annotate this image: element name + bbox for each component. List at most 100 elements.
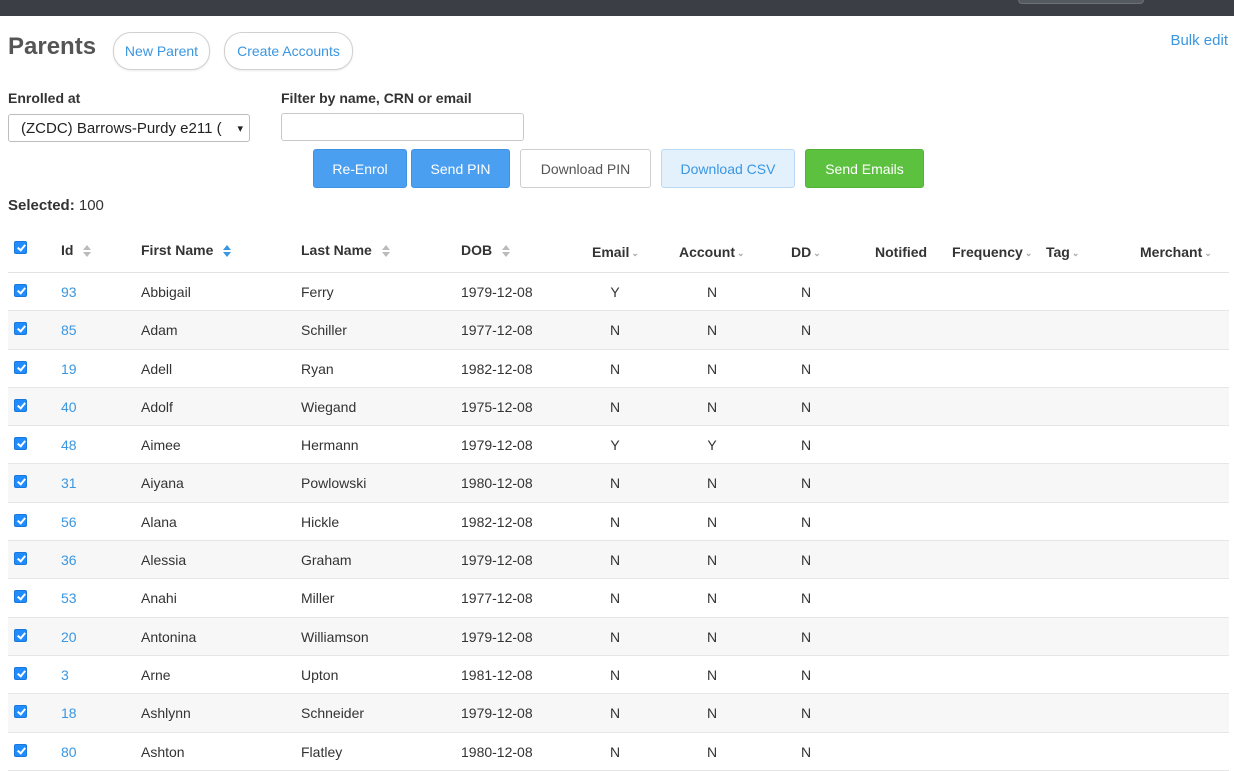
col-tag[interactable]: Tag ⌄ xyxy=(1046,244,1079,260)
chevron-down-icon: ▾ xyxy=(237,123,243,135)
download-csv-button[interactable]: Download CSV xyxy=(661,149,795,188)
row-account-flag: N xyxy=(706,284,718,300)
re-enrol-button[interactable]: Re-Enrol xyxy=(313,149,407,188)
row-id-link[interactable]: 85 xyxy=(61,322,77,338)
chevron-down-icon: ⌄ xyxy=(631,247,639,258)
row-dob: 1979-12-08 xyxy=(461,628,533,645)
col-id[interactable]: Id xyxy=(61,242,92,258)
chevron-down-icon: ⌄ xyxy=(1204,247,1212,258)
row-email-flag: N xyxy=(609,513,621,530)
row-checkbox[interactable] xyxy=(14,284,27,297)
row-dob: 1979-12-08 xyxy=(461,705,533,722)
row-first-name: Alessia xyxy=(141,552,187,569)
row-id-link[interactable]: 93 xyxy=(61,284,77,300)
row-email-flag: N xyxy=(609,398,621,415)
row-dd-flag: N xyxy=(800,590,812,607)
filter-input[interactable] xyxy=(281,113,524,141)
row-id-link[interactable]: 40 xyxy=(61,399,77,415)
row-checkbox[interactable] xyxy=(14,590,27,604)
selected-value: 100 xyxy=(78,197,104,214)
col-frequency-label: Frequency xyxy=(952,244,1023,260)
sort-icon xyxy=(502,245,511,258)
row-id-link[interactable]: 48 xyxy=(61,437,77,453)
col-first-name[interactable]: First Name xyxy=(141,242,232,258)
col-merchant[interactable]: Merchant ⌄ xyxy=(1140,244,1212,260)
row-dob: 1979-12-08 xyxy=(461,437,533,454)
row-account-flag: Y xyxy=(707,437,717,454)
row-first-name: Arne xyxy=(141,666,171,683)
row-id-link[interactable]: 3 xyxy=(61,667,69,683)
row-checkbox[interactable] xyxy=(14,666,27,680)
row-id-link[interactable]: 53 xyxy=(61,590,77,606)
col-email[interactable]: Email ⌄ xyxy=(592,244,639,260)
col-notified-label: Notified xyxy=(875,244,928,260)
row-email-flag: N xyxy=(609,590,621,607)
row-id-link[interactable]: 36 xyxy=(61,552,77,568)
row-id-link[interactable]: 20 xyxy=(61,629,77,645)
top-navbar xyxy=(0,0,1234,16)
row-last-name: Schiller xyxy=(301,322,347,339)
col-tag-label: Tag xyxy=(1046,244,1070,260)
row-email-flag: N xyxy=(609,552,621,569)
bulk-edit-link[interactable]: Bulk edit xyxy=(1170,32,1228,49)
row-dob: 1982-12-08 xyxy=(461,360,533,377)
row-dob: 1975-12-08 xyxy=(461,398,533,415)
row-id-link[interactable]: 56 xyxy=(61,514,77,530)
table-row: 48 Aimee Hermann 1979-12-08 Y Y N xyxy=(8,426,1229,465)
row-checkbox[interactable] xyxy=(14,398,27,412)
row-email-flag: N xyxy=(609,628,621,645)
row-id-link[interactable]: 19 xyxy=(61,361,77,377)
row-checkbox[interactable] xyxy=(14,475,27,489)
row-account-flag: N xyxy=(706,360,718,377)
send-emails-button[interactable]: Send Emails xyxy=(805,149,924,188)
table-row: 31 Aiyana Powlowski 1980-12-08 N N N xyxy=(8,464,1229,503)
col-dd-label: DD xyxy=(791,244,812,260)
col-last-name[interactable]: Last Name xyxy=(301,242,391,258)
table-row: 56 Alana Hickle 1982-12-08 N N N xyxy=(8,503,1229,542)
row-first-name: Abbigail xyxy=(141,284,191,300)
send-pin-button[interactable]: Send PIN xyxy=(411,149,510,188)
row-id-link[interactable]: 31 xyxy=(61,475,77,491)
row-dob: 1980-12-08 xyxy=(461,475,533,492)
filter-label: Filter by name, CRN or email xyxy=(281,90,472,106)
enrolled-at-select[interactable]: (ZCDC) Barrows-Purdy e211 ( ▾ xyxy=(8,114,250,142)
navbar-control[interactable] xyxy=(1018,0,1144,4)
row-checkbox[interactable] xyxy=(14,513,27,527)
table-row: 40 Adolf Wiegand 1975-12-08 N N N xyxy=(8,387,1229,427)
col-dob[interactable]: DOB xyxy=(461,242,511,258)
col-last-name-label: Last Name xyxy=(301,242,372,258)
row-checkbox[interactable] xyxy=(14,437,27,451)
row-account-flag: N xyxy=(706,590,718,607)
row-checkbox[interactable] xyxy=(14,628,27,642)
row-checkbox[interactable] xyxy=(14,743,27,757)
row-dob: 1981-12-08 xyxy=(461,666,533,683)
col-account-label: Account xyxy=(679,244,735,260)
col-frequency[interactable]: Frequency ⌄ xyxy=(952,244,1032,260)
row-checkbox[interactable] xyxy=(14,705,27,719)
new-parent-button[interactable]: New Parent xyxy=(113,32,210,70)
row-dd-flag: N xyxy=(800,475,812,492)
row-dob: 1982-12-08 xyxy=(461,513,533,530)
row-dob: 1977-12-08 xyxy=(461,590,533,607)
row-checkbox[interactable] xyxy=(14,322,27,336)
download-pin-button[interactable]: Download PIN xyxy=(520,149,651,188)
table-row: 36 Alessia Graham 1979-12-08 N N N xyxy=(8,541,1229,580)
row-first-name: Aiyana xyxy=(141,475,184,492)
col-account[interactable]: Account ⌄ xyxy=(679,244,745,260)
row-account-flag: N xyxy=(706,552,718,569)
row-email-flag: N xyxy=(609,743,621,760)
row-id-link[interactable]: 80 xyxy=(61,744,77,760)
row-first-name: Aimee xyxy=(141,437,181,454)
create-accounts-button[interactable]: Create Accounts xyxy=(224,32,353,70)
row-checkbox[interactable] xyxy=(14,360,27,374)
col-dd[interactable]: DD ⌄ xyxy=(791,244,821,260)
row-dd-flag: N xyxy=(800,437,812,454)
row-id-link[interactable]: 18 xyxy=(61,705,77,721)
row-email-flag: N xyxy=(609,666,621,683)
row-checkbox[interactable] xyxy=(14,552,27,566)
row-last-name: Upton xyxy=(301,666,339,683)
row-first-name: Adam xyxy=(141,322,178,339)
row-dd-flag: N xyxy=(800,398,812,415)
select-all-checkbox[interactable] xyxy=(14,241,27,254)
row-last-name: Ferry xyxy=(301,284,334,300)
